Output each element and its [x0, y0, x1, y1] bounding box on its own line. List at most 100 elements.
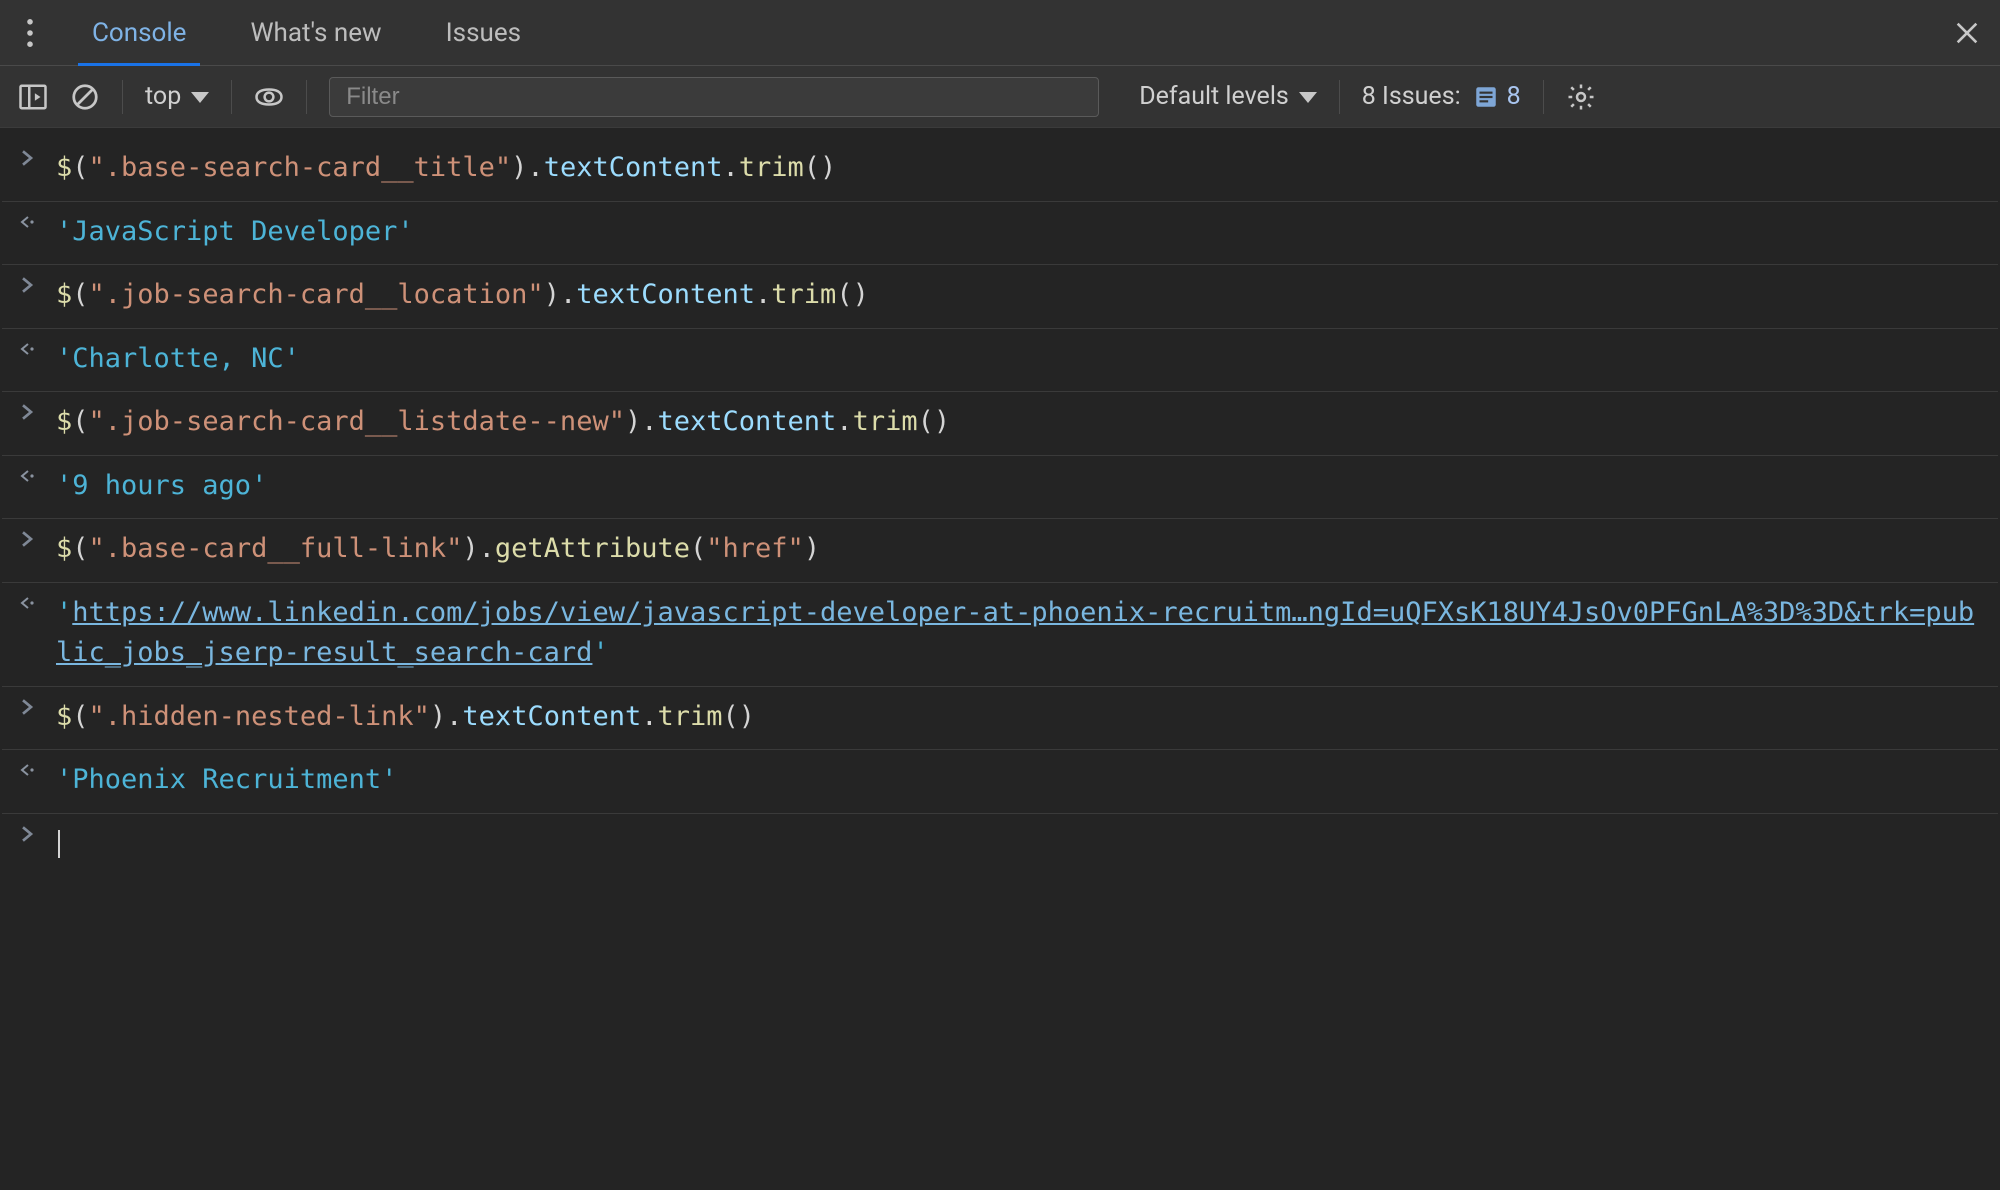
token: ()	[723, 701, 756, 732]
token: trim	[853, 406, 918, 437]
console-input-row: $(".hidden-nested-link").textContent.tri…	[2, 687, 1998, 751]
more-options-icon[interactable]	[0, 0, 60, 65]
live-expression-icon[interactable]	[254, 82, 284, 112]
console-prompt-row[interactable]	[2, 814, 1998, 877]
console-input-row: $(".base-search-card__title").textConten…	[2, 138, 1998, 202]
input-marker-icon	[12, 697, 42, 715]
toggle-drawer-icon[interactable]	[18, 82, 48, 112]
token: getAttribute	[495, 533, 690, 564]
token: 'Charlotte, NC'	[56, 343, 300, 374]
console-input-row: $(".job-search-card__location").textCont…	[2, 265, 1998, 329]
code-content: 'JavaScript Developer'	[56, 212, 1990, 253]
input-marker-icon	[12, 148, 42, 166]
token: $	[56, 533, 72, 564]
clear-console-icon[interactable]	[70, 82, 100, 112]
token: ()	[918, 406, 951, 437]
separator	[306, 80, 307, 114]
code-content: $(".hidden-nested-link").textContent.tri…	[56, 697, 1990, 738]
token: $	[56, 279, 72, 310]
output-marker-icon	[12, 593, 42, 611]
link[interactable]: https://www.linkedin.com/jobs/view/javas…	[56, 597, 1974, 669]
input-marker-icon	[12, 275, 42, 293]
console-input-row: $(".base-card__full-link").getAttribute(…	[2, 519, 1998, 583]
code-content: 'Charlotte, NC'	[56, 339, 1990, 380]
token: 'JavaScript Developer'	[56, 216, 414, 247]
issues-count: 8	[1507, 82, 1521, 111]
close-icon[interactable]	[1934, 0, 2000, 65]
log-levels-selector[interactable]: Default levels	[1139, 82, 1317, 111]
context-selector[interactable]: top	[145, 82, 209, 111]
token: $	[56, 406, 72, 437]
code-content: $(".job-search-card__listdate--new").tex…	[56, 402, 1990, 443]
tab-label: What's new	[250, 18, 381, 48]
token: ".hidden-nested-link"	[89, 701, 430, 732]
tab-issues[interactable]: Issues	[414, 0, 553, 65]
token: '9 hours ago'	[56, 470, 267, 501]
console-input-row: $(".job-search-card__listdate--new").tex…	[2, 392, 1998, 456]
token: $	[56, 701, 72, 732]
token: (	[690, 533, 706, 564]
console-output-row: '9 hours ago'	[2, 456, 1998, 520]
token: ".job-search-card__location"	[89, 279, 544, 310]
issues-indicator[interactable]: 8 Issues: 8	[1362, 82, 1521, 111]
separator	[231, 80, 232, 114]
token: ()	[804, 152, 837, 183]
token: $	[56, 152, 72, 183]
console-output-row: 'Phoenix Recruitment'	[2, 750, 1998, 814]
code-content: 'Phoenix Recruitment'	[56, 760, 1990, 801]
code-content: 'https://www.linkedin.com/jobs/view/java…	[56, 593, 1990, 674]
console-output[interactable]: $(".base-search-card__title").textConten…	[0, 128, 2000, 1190]
token: ".base-search-card__title"	[89, 152, 512, 183]
input-marker-icon	[12, 824, 42, 842]
tab-console[interactable]: Console	[60, 0, 218, 65]
chevron-down-icon	[1299, 82, 1317, 111]
token: trim	[658, 701, 723, 732]
token: (	[72, 701, 88, 732]
code-content	[56, 824, 1990, 865]
token: ".base-card__full-link"	[89, 533, 463, 564]
context-label: top	[145, 82, 181, 111]
token: trim	[739, 152, 804, 183]
issues-label: 8 Issues:	[1362, 82, 1461, 111]
console-output-row: 'JavaScript Developer'	[2, 202, 1998, 266]
token: "href"	[706, 533, 804, 564]
console-output-row: 'https://www.linkedin.com/jobs/view/java…	[2, 583, 1998, 687]
separator	[122, 80, 123, 114]
output-marker-icon	[12, 760, 42, 778]
separator	[1543, 80, 1544, 114]
token: .	[641, 701, 657, 732]
token: ).	[462, 533, 495, 564]
token: textContent	[657, 406, 836, 437]
cursor	[58, 830, 60, 858]
token: .	[836, 406, 852, 437]
gear-icon[interactable]	[1566, 82, 1596, 112]
code-content: '9 hours ago'	[56, 466, 1990, 507]
chevron-down-icon	[191, 82, 209, 111]
token: (	[72, 406, 88, 437]
token: trim	[771, 279, 836, 310]
input-marker-icon	[12, 402, 42, 420]
input-marker-icon	[12, 529, 42, 547]
console-output-row: 'Charlotte, NC'	[2, 329, 1998, 393]
tab-whats-new[interactable]: What's new	[218, 0, 413, 65]
token: .	[755, 279, 771, 310]
token: (	[72, 533, 88, 564]
tab-label: Issues	[446, 18, 521, 48]
filter-input[interactable]	[329, 77, 1099, 117]
code-content: $(".base-card__full-link").getAttribute(…	[56, 529, 1990, 570]
token: (	[72, 152, 88, 183]
token: (	[72, 279, 88, 310]
levels-label: Default levels	[1139, 82, 1289, 111]
token: ).	[430, 701, 463, 732]
token: textContent	[544, 152, 723, 183]
token: .	[723, 152, 739, 183]
output-marker-icon	[12, 212, 42, 230]
token: textContent	[576, 279, 755, 310]
code-content: $(".base-search-card__title").textConten…	[56, 148, 1990, 189]
token: ).	[544, 279, 577, 310]
tab-label: Console	[92, 18, 186, 48]
output-marker-icon	[12, 339, 42, 357]
separator	[1339, 80, 1340, 114]
issues-badge: 8	[1473, 82, 1521, 111]
token: ".job-search-card__listdate--new"	[89, 406, 625, 437]
